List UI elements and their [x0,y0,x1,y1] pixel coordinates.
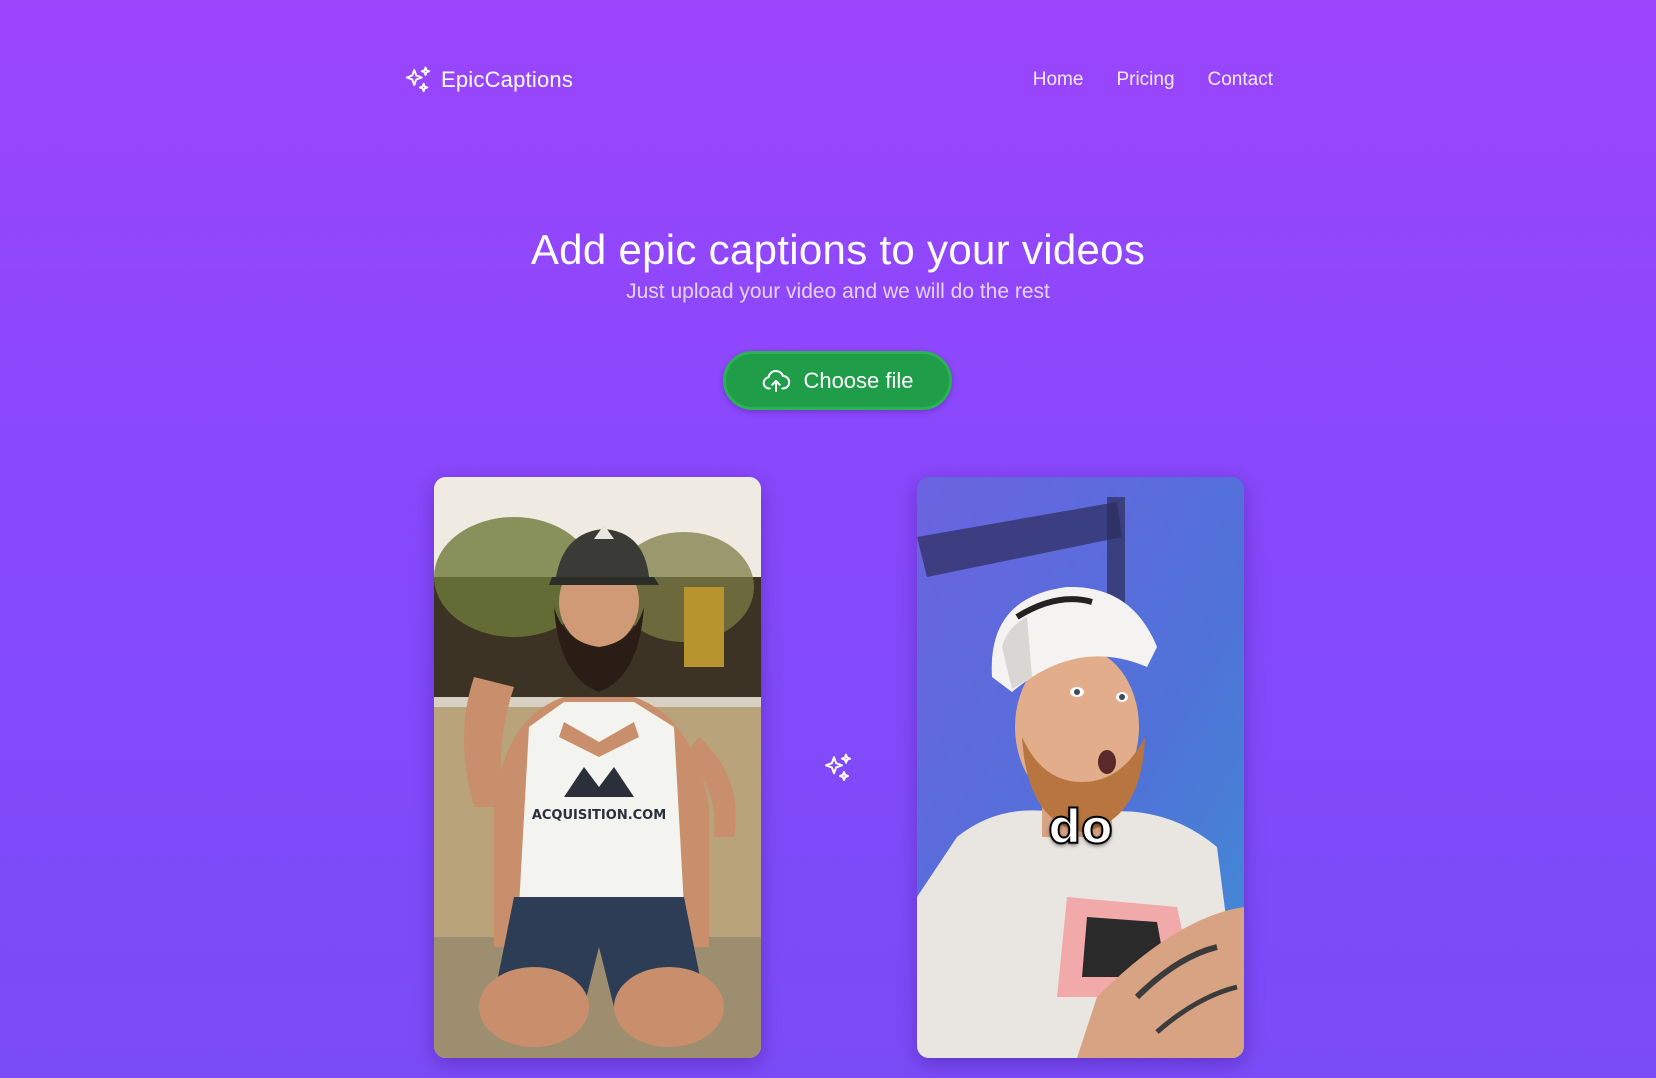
choose-file-label: Choose file [803,367,914,393]
video-frame-after [917,477,1244,1058]
hero-subtitle: Just upload your video and we will do th… [626,280,1050,303]
example-video-before[interactable]: ACQUISITION.COM [434,477,761,1058]
example-video-after[interactable]: do [917,477,1244,1058]
nav-link-pricing[interactable]: Pricing [1116,69,1174,91]
brand-logo[interactable]: EpicCaptions [403,65,573,95]
brand-name: EpicCaptions [441,67,574,92]
video-frame-before: ACQUISITION.COM [434,477,761,1058]
hero-title: Add epic captions to your videos [530,226,1146,273]
site-header: EpicCaptions Home Pricing Contact [403,60,1273,100]
sparkles-icon [825,753,851,781]
caption-word: do [1047,799,1114,855]
nav-link-home[interactable]: Home [1033,69,1084,91]
tank-print: ACQUISITION.COM [532,808,666,823]
sparkles-icon [405,66,431,93]
hero-section: Add epic captions to your videos Just up… [0,222,1656,306]
nav-link-contact[interactable]: Contact [1208,69,1273,91]
main-nav: Home Pricing Contact [1033,69,1273,91]
choose-file-button[interactable]: Choose file [723,351,952,410]
cloud-upload-icon [763,369,791,392]
